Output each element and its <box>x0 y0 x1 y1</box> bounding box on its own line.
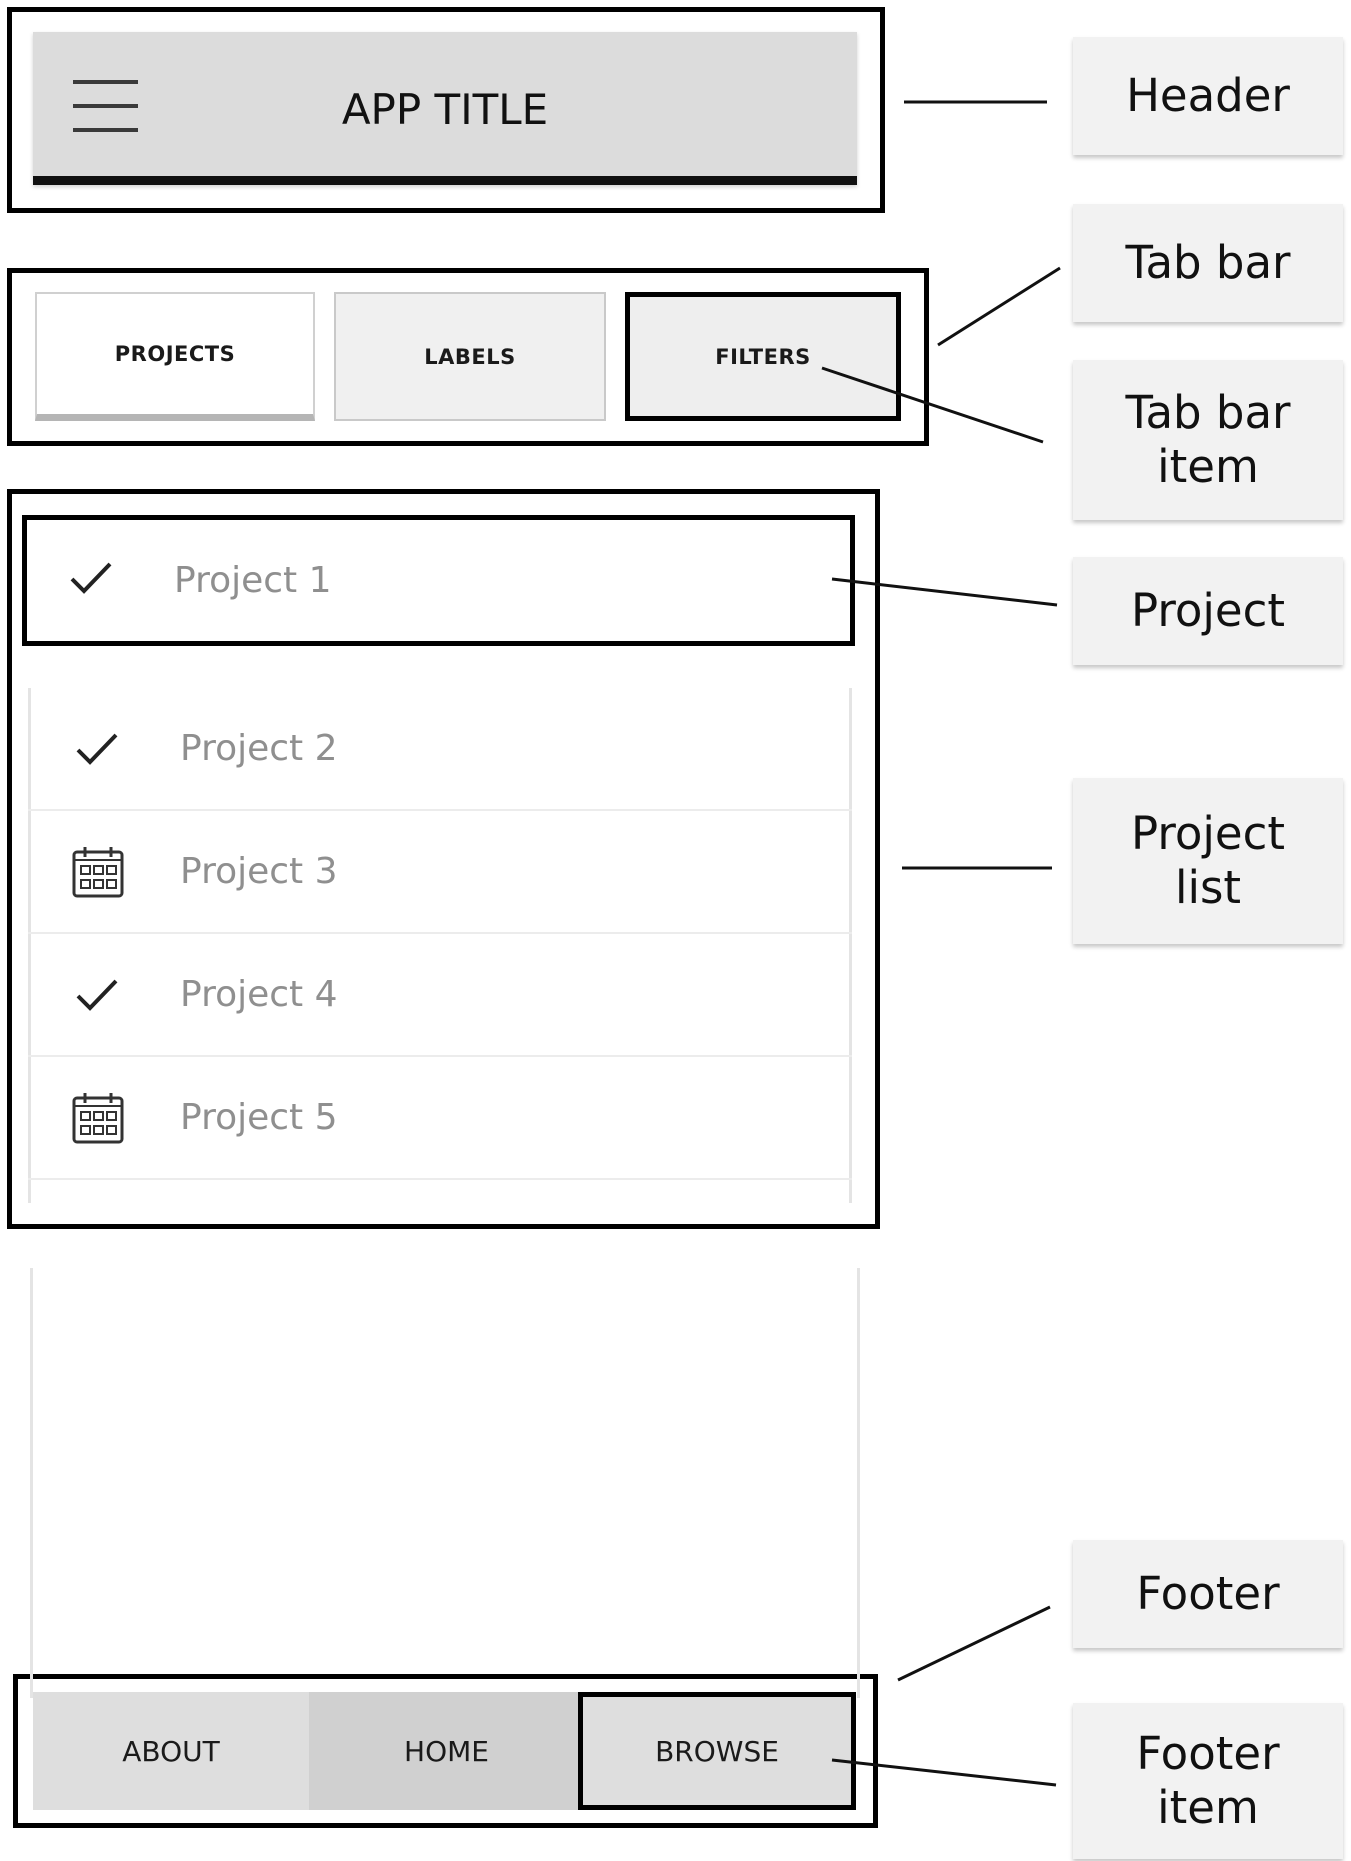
annotation-tab-bar-item: Tab bar item <box>1073 360 1343 520</box>
annotation-project-list: Project list <box>1073 778 1343 944</box>
project-leader-line <box>831 577 1058 607</box>
footer-item-leader-line <box>831 1758 1057 1787</box>
annotation-footer-item: Footer item <box>1073 1703 1343 1859</box>
footer-leader-line <box>897 1605 1051 1682</box>
annotation-project: Project <box>1073 557 1343 665</box>
annotation-header: Header <box>1073 37 1343 155</box>
annotation-tab-bar: Tab bar <box>1073 204 1343 322</box>
tab-bar-item-leader-line <box>821 366 1044 444</box>
annotation-footer: Footer <box>1073 1540 1343 1648</box>
tab-bar-leader-line <box>937 266 1061 347</box>
